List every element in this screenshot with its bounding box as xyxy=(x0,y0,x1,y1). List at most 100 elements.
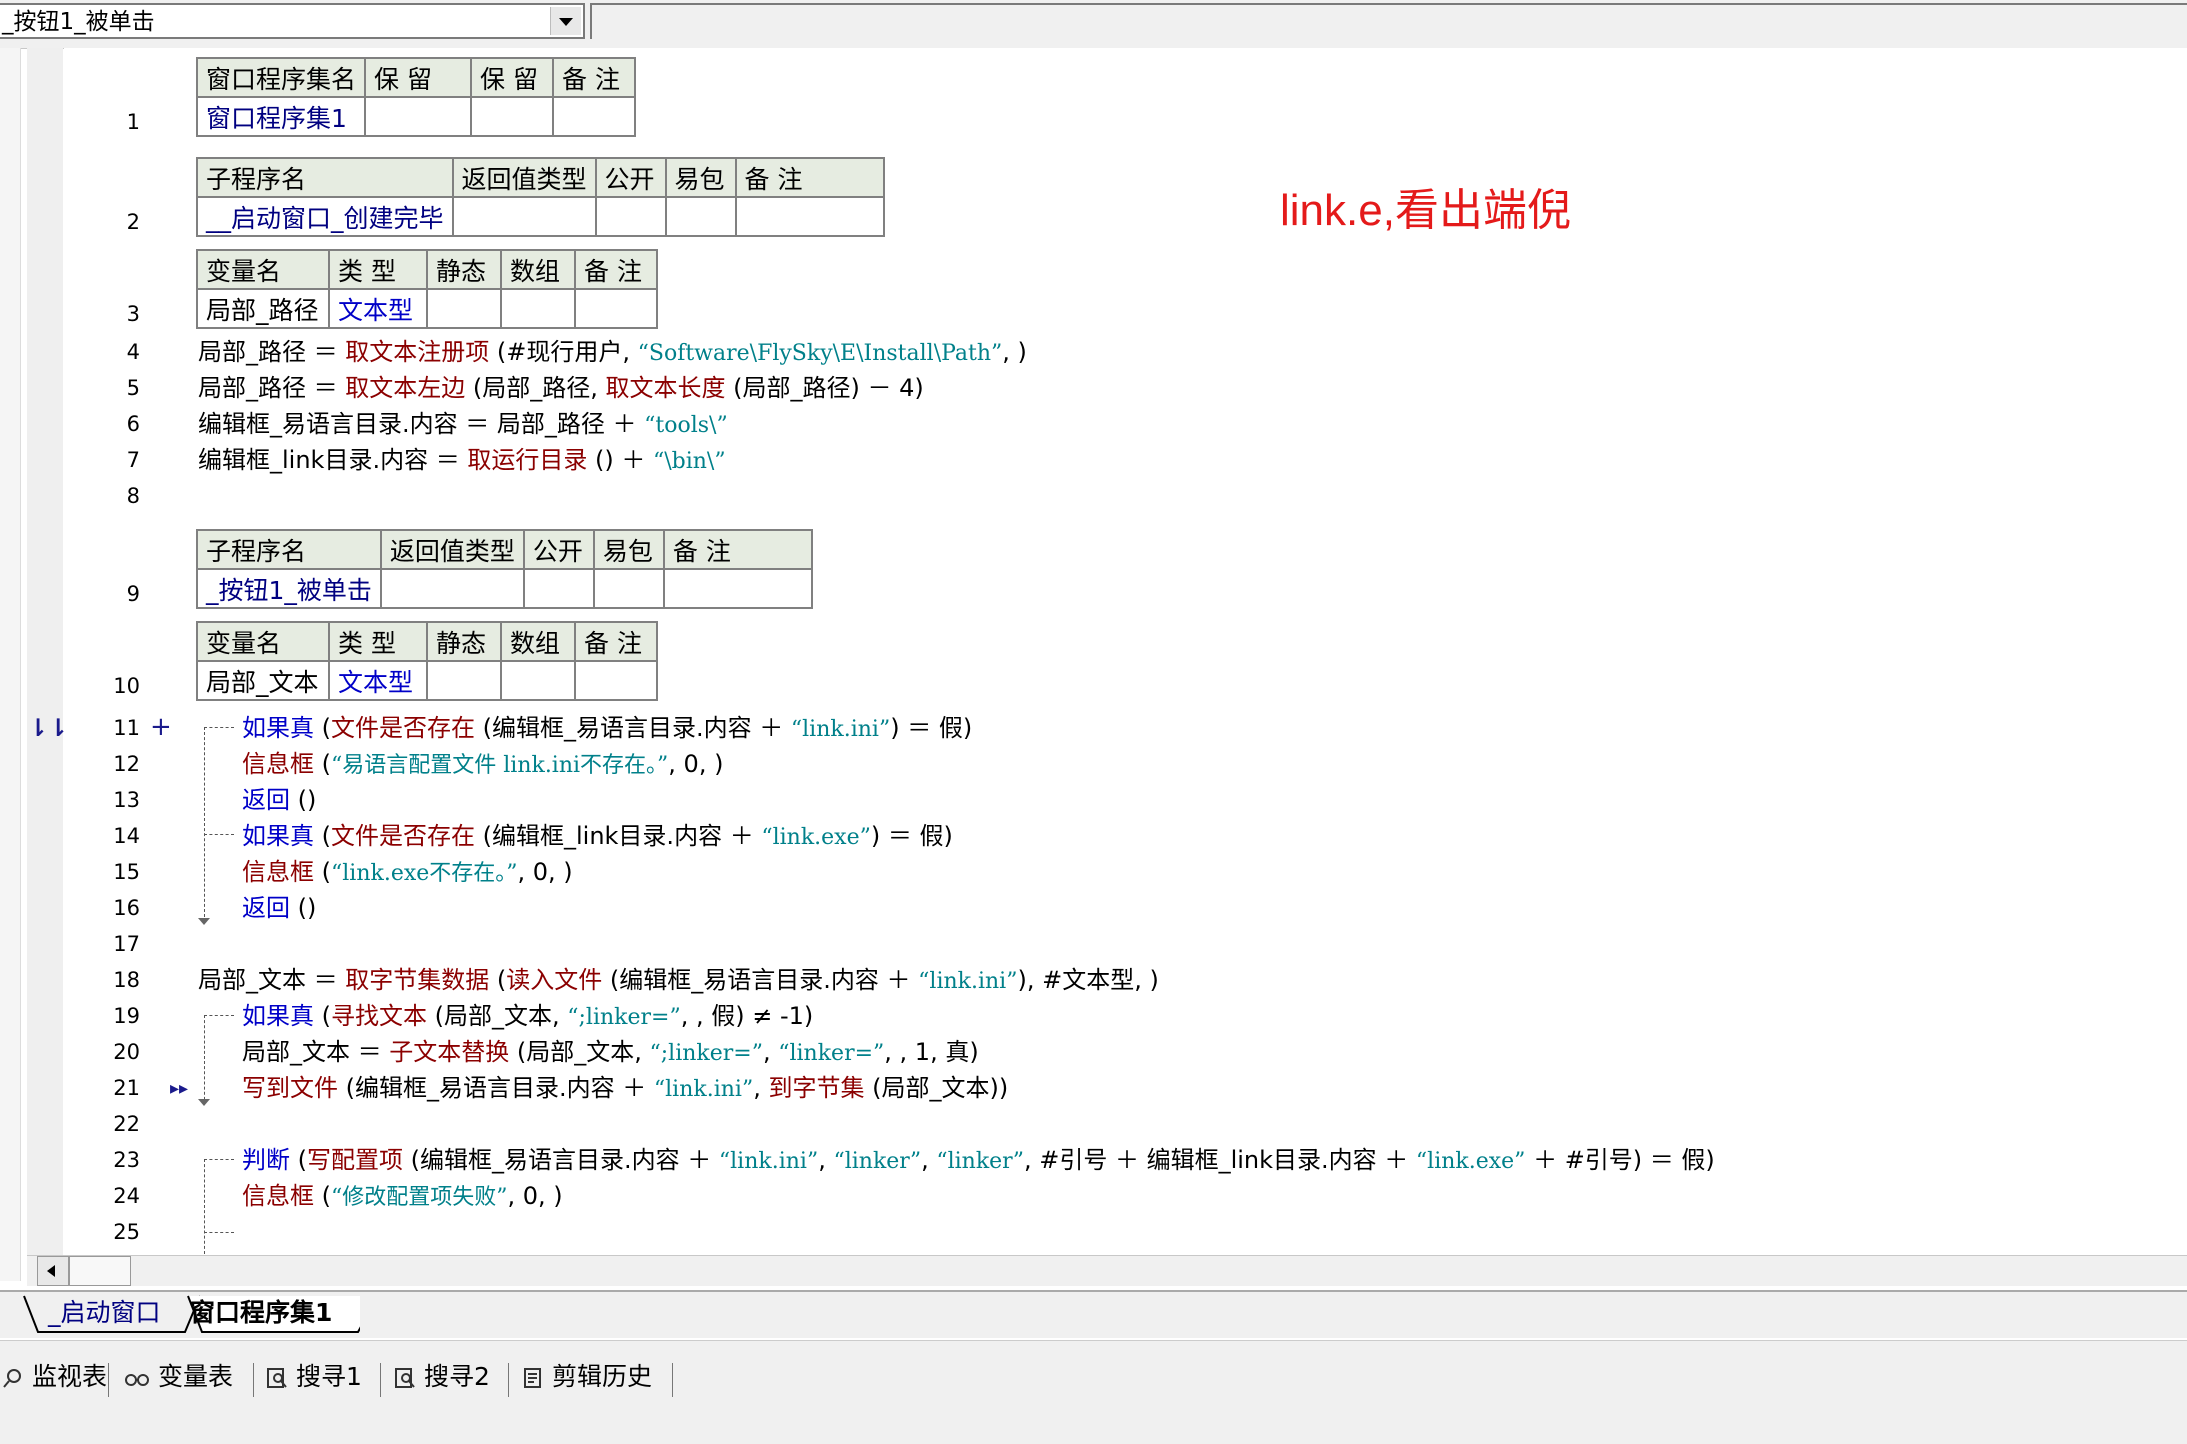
tab-variables[interactable]: 变量表 xyxy=(124,1357,233,1397)
table-cell[interactable] xyxy=(426,288,502,329)
chevron-down-icon[interactable] xyxy=(550,7,581,35)
table-cell[interactable] xyxy=(734,196,885,237)
flow-line xyxy=(204,1232,234,1233)
code-text: () xyxy=(290,894,317,922)
header-cell: 保 留 xyxy=(470,57,555,98)
code-text: (编辑框_易语言目录.内容 ＋ xyxy=(338,1074,654,1102)
subroutine-select-value: _按钮1_被单击 xyxy=(2,9,155,35)
left-edge xyxy=(0,48,21,1281)
code-line-12[interactable]: 信息框 (“易语言配置文件 link.ini不存在。”, 0, ) xyxy=(242,749,723,781)
table-cell[interactable] xyxy=(574,660,658,701)
variable-name-cell[interactable]: 局部_路径 xyxy=(196,288,330,329)
horizontal-scrollbar[interactable] xyxy=(27,1255,2187,1286)
flow-arrow-icon xyxy=(198,1099,210,1106)
table-cell[interactable] xyxy=(426,660,502,701)
table-cell[interactable] xyxy=(662,568,813,609)
line-number: 25 xyxy=(113,1220,140,1244)
code-line-21[interactable]: 写到文件 (编辑框_易语言目录.内容 ＋ “link.ini”, 到字节集 (局… xyxy=(242,1073,1008,1105)
line-number: 21 xyxy=(113,1076,140,1100)
code-text: 局部_文本 ＝ xyxy=(242,1038,390,1066)
code-line-24[interactable]: 信息框 (“修改配置项失败”, 0, ) xyxy=(242,1181,563,1213)
breakpoint-arrows-icon[interactable]: ⇂⇂ xyxy=(28,714,68,742)
window-set-table: 窗口程序集名 保 留 保 留 备 注 窗口程序集1 xyxy=(195,57,637,137)
window-set-name-cell[interactable]: 窗口程序集1 xyxy=(195,96,367,137)
table-cell[interactable] xyxy=(500,660,576,701)
code-text: 局部_路径 ＝ xyxy=(198,374,346,402)
variable-name-cell[interactable]: 局部_文本 xyxy=(196,660,330,701)
code-text: ( xyxy=(314,1002,331,1030)
code-line-15[interactable]: 信息框 (“link.exe不存在。”, 0, ) xyxy=(242,857,573,889)
line-number: 14 xyxy=(113,824,140,848)
table-cell[interactable] xyxy=(379,568,525,609)
subroutine-name-cell[interactable]: _按钮1_被单击 xyxy=(196,568,382,609)
code-function: 子文本替换 xyxy=(389,1038,510,1066)
code-text: , xyxy=(753,1074,769,1102)
tab-search2[interactable]: 搜寻2 xyxy=(394,1357,490,1397)
table-cell[interactable] xyxy=(574,288,658,329)
header-cell: 备 注 xyxy=(574,249,658,290)
scroll-left-icon[interactable] xyxy=(37,1256,69,1286)
tab-label: 变量表 xyxy=(158,1362,234,1391)
code-text: ) ＝ 假) xyxy=(870,822,953,850)
annotation-text: link.e,看出端倪 xyxy=(1280,186,1571,235)
header-cell: 变量名 xyxy=(196,249,330,290)
header-cell: 备 注 xyxy=(662,529,813,570)
tab-label: 监视表 xyxy=(32,1362,108,1391)
scroll-thumb[interactable] xyxy=(69,1256,131,1286)
table-cell[interactable] xyxy=(664,196,737,237)
code-string: “;linker=” xyxy=(567,1005,681,1030)
code-string: “link.exe” xyxy=(1415,1149,1526,1174)
tab-window-set[interactable]: 窗口程序集1 xyxy=(190,1296,332,1330)
variable-type-cell[interactable]: 文本型 xyxy=(328,288,428,329)
code-text: (局部_文本)) xyxy=(864,1074,1009,1102)
code-text: 编辑框_易语言目录.内容 ＝ 局部_路径 ＋ xyxy=(198,410,645,438)
code-line-11[interactable]: 如果真 (文件是否存在 (编辑框_易语言目录.内容 ＋ “link.ini”) … xyxy=(242,713,972,745)
subroutine-select[interactable]: _按钮1_被单击 xyxy=(0,3,585,39)
flow-line xyxy=(204,727,234,728)
variable-table-1: 变量名 类 型 静态 数组 备 注 局部_路径 文本型 xyxy=(196,249,658,329)
code-line-18[interactable]: 局部_文本 ＝ 取字节集数据 (读入文件 (编辑框_易语言目录.内容 ＋ “li… xyxy=(198,965,1159,997)
code-line-20[interactable]: 局部_文本 ＝ 子文本替换 (局部_文本, “;linker=”, “linke… xyxy=(242,1037,979,1069)
table-cell[interactable] xyxy=(592,568,665,609)
table-cell[interactable] xyxy=(522,568,595,609)
code-text: ( xyxy=(314,750,331,778)
code-line-7[interactable]: 编辑框_link目录.内容 ＝ 取运行目录 () ＋ “\bin\” xyxy=(198,445,726,477)
tab-startup-window[interactable]: _启动窗口 xyxy=(48,1296,161,1330)
code-line-6[interactable]: 编辑框_易语言目录.内容 ＝ 局部_路径 ＋ “tools\” xyxy=(198,409,728,441)
code-function: 信息框 xyxy=(242,1182,314,1210)
expand-plus-icon[interactable]: + xyxy=(150,712,172,742)
header-cell: 返回值类型 xyxy=(451,157,597,198)
table-cell[interactable] xyxy=(500,288,576,329)
line-number: 18 xyxy=(113,968,140,992)
table-cell[interactable] xyxy=(451,196,597,237)
code-line-13[interactable]: 返回 () xyxy=(242,785,316,815)
variable-type-cell[interactable]: 文本型 xyxy=(328,660,428,701)
code-line-14[interactable]: 如果真 (文件是否存在 (编辑框_link目录.内容 ＋ “link.exe”)… xyxy=(242,821,953,853)
table-cell[interactable] xyxy=(594,196,667,237)
code-function: 寻找文本 xyxy=(331,1002,427,1030)
table-cell[interactable] xyxy=(364,96,473,137)
code-line-23[interactable]: 判断 (写配置项 (编辑框_易语言目录.内容 ＋ “link.ini”, “li… xyxy=(242,1145,1715,1177)
code-text: , , 1, 真) xyxy=(884,1038,979,1066)
code-line-16[interactable]: 返回 () xyxy=(242,893,316,923)
code-string: “link.ini” xyxy=(653,1077,754,1102)
code-string: “linker=” xyxy=(778,1041,885,1066)
code-text: (#现行用户, xyxy=(489,338,638,366)
tab-clipboard-history[interactable]: 剪辑历史 xyxy=(522,1357,652,1397)
tab-watch[interactable]: 监视表 xyxy=(2,1357,107,1397)
code-line-5[interactable]: 局部_路径 ＝ 取文本左边 (局部_路径, 取文本长度 (局部_路径) － 4) xyxy=(198,373,924,403)
code-text: () ＋ xyxy=(587,446,653,474)
subroutine-name-cell[interactable]: __启动窗口_创建完毕 xyxy=(196,196,454,237)
code-string: “tools\” xyxy=(644,413,728,438)
table-cell[interactable] xyxy=(470,96,555,137)
tab-search1[interactable]: 搜寻1 xyxy=(266,1357,362,1397)
header-cell: 备 注 xyxy=(574,621,658,662)
code-line-19[interactable]: 如果真 (寻找文本 (局部_文本, “;linker=”, , 假) ≠ -1) xyxy=(242,1001,813,1033)
code-text: 局部_文本 ＝ xyxy=(198,966,346,994)
code-text: (编辑框_易语言目录.内容 ＋ xyxy=(475,714,791,742)
step-marker-icon[interactable]: ▸▸ xyxy=(170,1078,188,1099)
code-line-4[interactable]: 局部_路径 ＝ 取文本注册项 (#现行用户, “Software\FlySky\… xyxy=(198,337,1027,369)
code-function: 取文本注册项 xyxy=(345,338,490,366)
table-cell[interactable] xyxy=(552,96,637,137)
code-text: 局部_路径 ＝ xyxy=(198,338,346,366)
